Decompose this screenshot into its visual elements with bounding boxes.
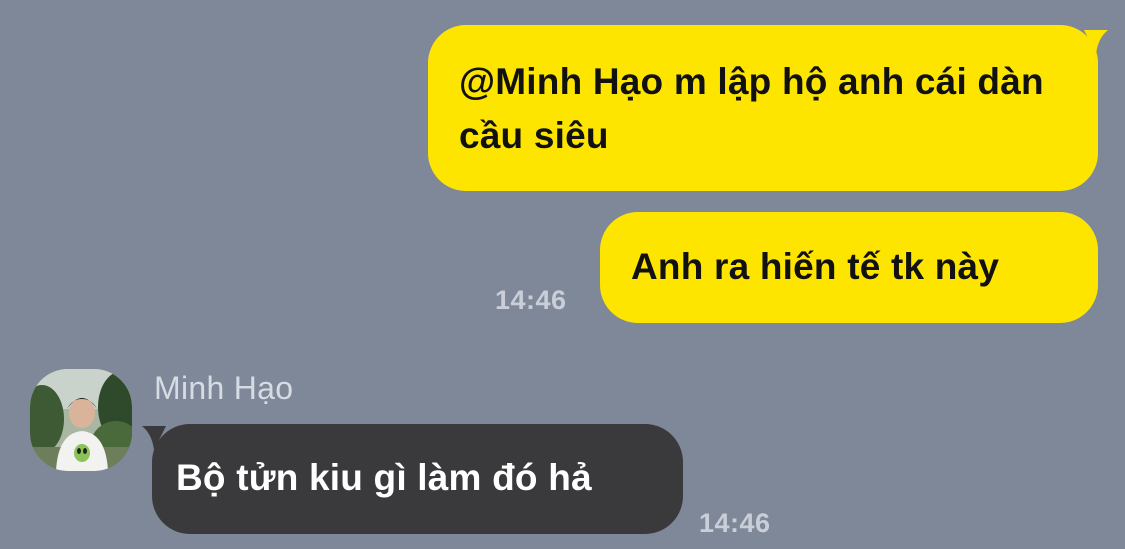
sender-name: Minh Hạo [154,370,294,406]
outgoing-message-bubble[interactable]: @Minh Hạo m lập hộ anh cái dàn cầu siêu [428,25,1108,191]
sender-avatar[interactable] [30,369,132,471]
message-text: @Minh Hạo m lập hộ anh cái dàn cầu siêu [459,61,1044,156]
message-timestamp: 14:46 [699,508,771,538]
message-text: Bộ tửn kiu gì làm đó hả [176,457,592,498]
outgoing-message-bubble[interactable]: Anh ra hiến tế tk này [600,212,1098,323]
user-avatar-icon [30,369,132,471]
incoming-message-bubble[interactable]: Bộ tửn kiu gì làm đó hả [142,424,683,534]
message-timestamp: 14:46 [495,285,567,315]
chat-area: @Minh Hạo m lập hộ anh cái dàn cầu siêu … [0,0,1125,549]
bubble-tail [142,426,166,450]
bubble-tail [1084,30,1108,54]
message-text: Anh ra hiến tế tk này [631,246,1000,287]
